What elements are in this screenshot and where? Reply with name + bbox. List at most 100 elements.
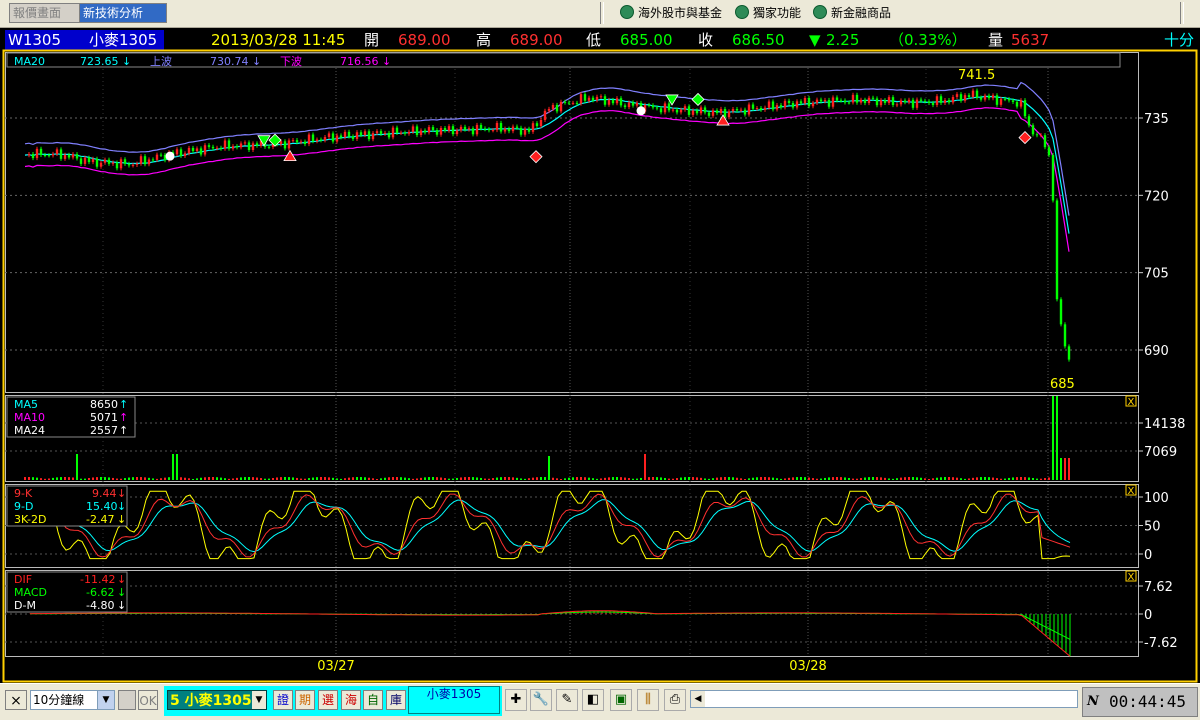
x-axis-label: 03/28 xyxy=(789,659,826,674)
printer-icon[interactable]: ⎙ xyxy=(664,689,686,711)
candle-body xyxy=(603,96,607,105)
candle-body xyxy=(495,122,499,131)
lower-band-value: 716.56 xyxy=(340,55,379,68)
collapse-icon[interactable]: ⨯ xyxy=(5,690,27,710)
volume-bar xyxy=(168,477,170,480)
candle-body xyxy=(923,100,927,102)
candle-body xyxy=(783,100,787,108)
candle-body xyxy=(919,99,923,101)
custom-button[interactable]: 自 xyxy=(363,690,383,710)
candle-body xyxy=(199,148,203,155)
y-tick-label: 0 xyxy=(1144,608,1152,623)
overseas-button[interactable]: 海 xyxy=(341,690,361,710)
volume-bar xyxy=(468,477,470,480)
arrow-down-icon: ↓ xyxy=(382,55,391,68)
stock-button[interactable]: 證 xyxy=(273,690,293,710)
candle-body xyxy=(527,128,531,132)
ok-button[interactable]: OK xyxy=(138,690,158,710)
pencil-icon[interactable]: ✎ xyxy=(556,689,578,711)
volume-bar xyxy=(744,478,746,480)
volume-bar xyxy=(948,477,950,480)
volume-bar xyxy=(120,478,122,480)
candle-body xyxy=(891,97,895,106)
candle-body xyxy=(131,164,135,166)
volume-bar xyxy=(572,477,574,480)
volume-bar xyxy=(276,477,278,480)
candle-body xyxy=(439,128,443,135)
volume-bar xyxy=(1016,477,1018,480)
candle-body xyxy=(427,127,431,133)
candle-body xyxy=(743,109,747,115)
y-tick-label: 14138 xyxy=(1144,417,1185,432)
volume-bar xyxy=(940,477,942,480)
arrow-down-icon: ↓ xyxy=(117,573,126,586)
futures-button[interactable]: 期 xyxy=(295,690,315,710)
candle-body xyxy=(367,131,371,140)
symbol-select[interactable]: 5 小麥1305 ▼ xyxy=(167,690,267,710)
candle-body xyxy=(235,146,239,148)
candle-body xyxy=(203,145,207,155)
volume-bar xyxy=(44,478,46,480)
candle-body xyxy=(867,97,871,104)
candle-body xyxy=(1031,125,1035,135)
chart-tools-icon[interactable]: ⫼ xyxy=(637,689,659,711)
volume-bar xyxy=(252,477,254,480)
candle-body xyxy=(323,137,327,141)
candle-body xyxy=(619,98,623,106)
volume-bar xyxy=(800,477,802,480)
volume-bar xyxy=(592,478,594,480)
chart-scrollbar[interactable]: ◀ xyxy=(690,690,1078,708)
volume-bar xyxy=(296,477,298,480)
ma24-value: 2557 xyxy=(90,424,118,437)
candle-body xyxy=(907,99,911,103)
volume-bar xyxy=(444,478,446,480)
scroll-left-icon[interactable]: ◀ xyxy=(691,691,705,707)
excel-icon[interactable]: ▣ xyxy=(610,689,632,711)
candle-body xyxy=(1003,98,1007,100)
wrench-icon[interactable]: 🔧 xyxy=(530,689,552,711)
candle-body xyxy=(995,95,999,105)
candle-body xyxy=(319,139,323,141)
volume-bar xyxy=(228,478,230,480)
macd-label: MACD xyxy=(14,586,47,599)
volume-bar xyxy=(1064,458,1066,480)
crosshair-icon[interactable]: ✚ xyxy=(505,689,527,711)
volume-bar xyxy=(964,478,966,480)
interval-input[interactable] xyxy=(118,690,136,710)
volume-bar xyxy=(856,478,858,480)
volume-bar xyxy=(184,477,186,480)
library-button[interactable]: 庫 xyxy=(386,690,406,710)
volume-bar xyxy=(548,456,550,480)
candle-body xyxy=(543,110,547,120)
volume-bar xyxy=(528,478,530,480)
candle-body xyxy=(251,143,255,150)
volume-bar xyxy=(952,477,954,480)
volume-bar xyxy=(1052,396,1054,480)
volume-bar xyxy=(644,454,646,480)
volume-bar xyxy=(84,478,86,480)
candle-body xyxy=(1023,100,1027,117)
candle-body xyxy=(123,159,127,164)
interval-select[interactable]: 10分鐘線 ▼ xyxy=(30,690,115,710)
volume-bar xyxy=(380,478,382,480)
volume-bar xyxy=(788,477,790,480)
candle-body xyxy=(1047,147,1051,156)
volume-bar xyxy=(828,477,830,480)
candle-body xyxy=(739,109,743,111)
candle-body xyxy=(951,96,955,103)
volume-bar xyxy=(80,478,82,480)
candle-body xyxy=(103,159,107,163)
volume-bar xyxy=(812,478,814,480)
volume-bar xyxy=(24,477,26,480)
volume-bar xyxy=(1056,396,1058,480)
options-button[interactable]: 選 xyxy=(318,690,338,710)
candle-body xyxy=(903,100,907,103)
candle-body xyxy=(95,158,99,167)
chart-canvas[interactable]: 735720705690741.5685MA20 723.65 ↓ 上波 730.74 ↓… xyxy=(0,0,1200,683)
candle-body xyxy=(655,107,659,109)
candle-body xyxy=(663,103,667,113)
eraser-icon[interactable]: ◧ xyxy=(582,689,604,711)
candle-body xyxy=(671,109,675,111)
candle-body xyxy=(819,99,823,102)
volume-bar xyxy=(784,478,786,480)
